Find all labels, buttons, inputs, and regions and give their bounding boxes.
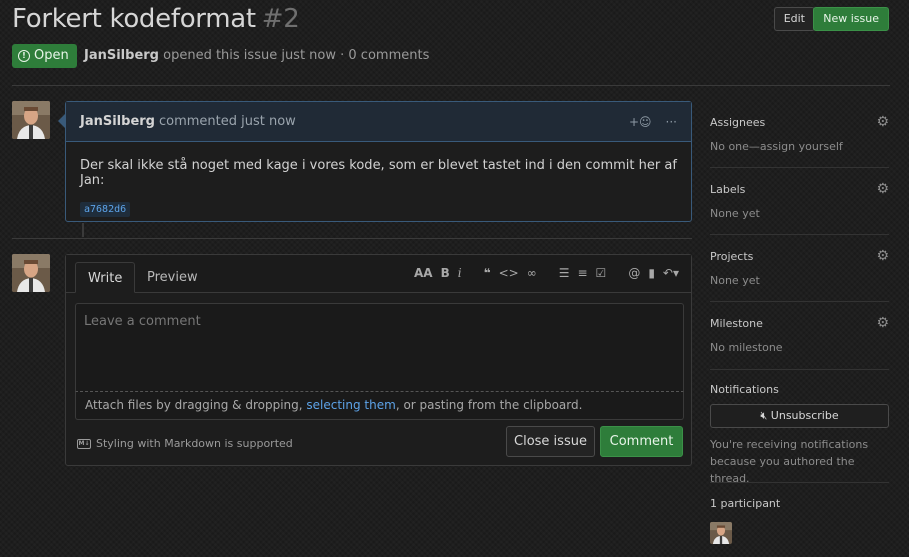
attach-text-before: Attach files by dragging & dropping, (85, 398, 307, 412)
status-badge: ! Open (12, 44, 77, 68)
assignees-label: Assignees (710, 115, 766, 129)
attach-text-after: , or pasting from the clipboard. (395, 398, 583, 412)
sidebar-notifications: Notifications 🔇︎ Unsubscribe You're rece… (710, 383, 889, 485)
gear-icon[interactable]: ⚙ (876, 315, 889, 331)
code-icon[interactable]: <> (499, 266, 519, 280)
sidebar-milestone: Milestone ⚙ No milestone (710, 315, 889, 370)
header-text-icon[interactable]: AA (414, 266, 433, 280)
markdown-support-note[interactable]: M↓ Styling with Markdown is supported (77, 437, 293, 450)
link-icon[interactable]: ∞ (527, 266, 537, 280)
bulleted-list-icon[interactable]: ☰ (559, 266, 570, 280)
task-list-icon[interactable]: ☑ (596, 266, 607, 280)
issue-sidebar: Assignees ⚙ No one—assign yourself Labels… (710, 104, 889, 554)
new-comment-form: Write Preview AA B i ❝ <> ∞ ☰ ≡ ☑ @ ▮ ↶▾… (65, 254, 692, 466)
milestone-value: No milestone (710, 341, 783, 354)
gear-icon[interactable]: ⚙ (876, 248, 889, 264)
commit-sha-link[interactable]: a7682d6 (80, 202, 131, 217)
comment-actions: +☺ ··· (629, 115, 677, 129)
comment-author-link[interactable]: JanSilberg (80, 114, 155, 129)
gear-icon[interactable]: ⚙ (876, 114, 889, 130)
unsubscribe-button[interactable]: 🔇︎ Unsubscribe (710, 404, 889, 428)
projects-value: None yet (710, 274, 760, 287)
sidebar-participants: 1 participant (710, 497, 889, 553)
milestone-label: Milestone (710, 316, 763, 330)
tab-write[interactable]: Write (75, 262, 136, 293)
issue-meta: JanSilberg opened this issue just now · … (84, 48, 429, 63)
gear-icon[interactable]: ⚙ (876, 181, 889, 197)
bold-icon[interactable]: B (441, 266, 450, 280)
mention-icon[interactable]: @ (628, 266, 640, 280)
sidebar-assignees: Assignees ⚙ No one—assign yourself (710, 114, 889, 168)
projects-label: Projects (710, 249, 754, 263)
assignees-value[interactable]: No one—assign yourself (710, 140, 889, 153)
numbered-list-icon[interactable]: ≡ (577, 266, 587, 280)
timeline-divider (12, 238, 692, 239)
issue-title-text: Forkert kodeformat (12, 4, 256, 34)
attach-files-bar[interactable]: Attach files by dragging & dropping, sel… (75, 392, 684, 420)
notifications-note: You're receiving notifications because y… (710, 438, 869, 485)
issue-number: #2 (261, 4, 300, 34)
timeline-connector (82, 223, 84, 237)
editor-tabbar: Write Preview AA B i ❝ <> ∞ ☰ ≡ ☑ @ ▮ ↶▾ (66, 255, 691, 293)
add-reaction-icon[interactable]: +☺ (629, 115, 652, 129)
comment-text: Der skal ikke stå noget med kage i vores… (80, 158, 677, 188)
comment-body: Der skal ikke stå noget med kage i vores… (66, 142, 691, 233)
unsubscribe-label: Unsubscribe (770, 409, 839, 422)
notifications-label: Notifications (710, 383, 779, 396)
comment-placeholder: Leave a comment (84, 314, 201, 329)
comment-box: JanSilberg commented just now +☺ ··· Der… (65, 101, 692, 222)
markdown-icon: M↓ (77, 438, 91, 449)
italic-icon[interactable]: i (458, 266, 462, 280)
comment-pointer (58, 114, 65, 128)
comment-timestamp: commented just now (158, 114, 296, 129)
avatar[interactable] (12, 254, 50, 292)
issue-title: Forkert kodeformat #2 (12, 4, 300, 34)
quote-icon[interactable]: ❝ (484, 266, 491, 280)
participant-avatar[interactable] (710, 522, 732, 544)
new-issue-button[interactable]: New issue (813, 7, 889, 31)
bookmark-icon[interactable]: ▮ (648, 266, 655, 280)
comment-button[interactable]: Comment (600, 426, 683, 457)
status-badge-label: Open (34, 48, 69, 63)
labels-value: None yet (710, 207, 760, 220)
close-issue-button[interactable]: Close issue (506, 426, 595, 457)
markdown-note-text: Styling with Markdown is supported (96, 437, 293, 450)
markdown-toolbar: AA B i ❝ <> ∞ ☰ ≡ ☑ @ ▮ ↶▾ (414, 266, 679, 280)
mute-icon: 🔇︎ (760, 409, 768, 422)
select-files-link[interactable]: selecting them (306, 398, 395, 412)
reply-icon[interactable]: ↶▾ (663, 266, 679, 280)
comment-header: JanSilberg commented just now +☺ ··· (66, 102, 691, 142)
issue-meta-text: opened this issue just now · 0 comments (163, 48, 430, 63)
edit-button[interactable]: Edit (773, 7, 815, 31)
more-options-icon[interactable]: ··· (666, 115, 677, 129)
header-divider (12, 85, 890, 86)
participants-label: 1 participant (710, 497, 781, 510)
issue-author-link[interactable]: JanSilberg (84, 48, 159, 63)
sidebar-projects: Projects ⚙ None yet (710, 248, 889, 302)
comment-textarea[interactable]: Leave a comment (75, 303, 684, 392)
sidebar-labels: Labels ⚙ None yet (710, 181, 889, 235)
tab-preview[interactable]: Preview (135, 262, 210, 293)
avatar[interactable] (12, 101, 50, 139)
labels-label: Labels (710, 182, 746, 196)
issue-opened-icon: ! (18, 50, 30, 62)
